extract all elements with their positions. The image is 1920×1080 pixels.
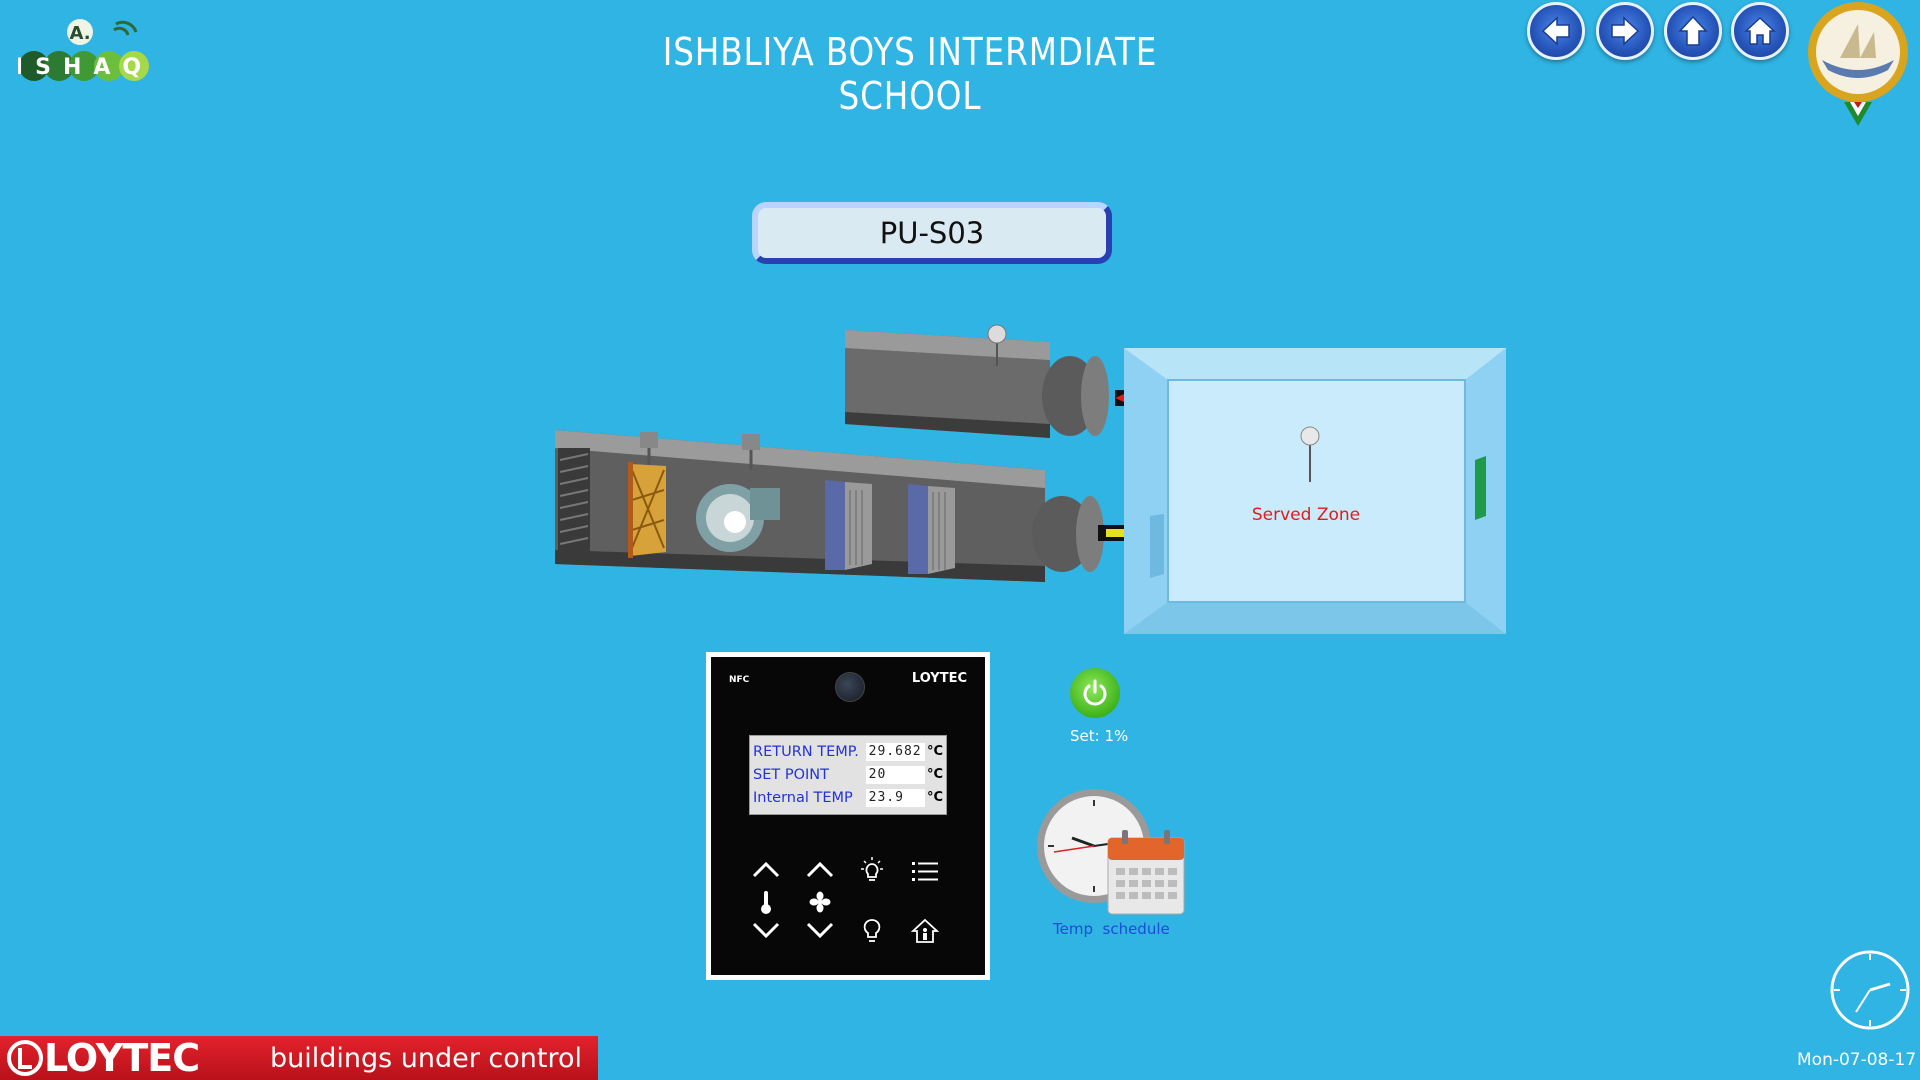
loytec-logo-icon bbox=[7, 1040, 43, 1076]
home-icon bbox=[1744, 16, 1776, 45]
forward-button[interactable] bbox=[1596, 2, 1654, 60]
panel-brand: LOYTEC bbox=[911, 671, 967, 686]
menu-list-icon bbox=[912, 862, 938, 881]
occupancy-button[interactable] bbox=[910, 915, 940, 947]
footer-banner: LOYTEC buildings under control bbox=[0, 1036, 598, 1080]
nfc-label: NFC bbox=[729, 675, 750, 685]
internal-temp-value: 23.9 bbox=[865, 788, 925, 807]
schedule-icon[interactable] bbox=[1034, 786, 1186, 916]
power-icon bbox=[1083, 679, 1107, 706]
temp-down-button[interactable] bbox=[751, 919, 781, 943]
home-person-icon bbox=[911, 918, 939, 943]
return-temp-row: RETURN TEMP. 29.682 °C bbox=[753, 742, 943, 761]
chevron-down-icon bbox=[752, 922, 780, 939]
home-button[interactable] bbox=[1731, 2, 1789, 60]
page-title: ISHBLIYA BOYS INTERMDIATE SCHOOL bbox=[662, 30, 1158, 118]
arrow-up-icon bbox=[1678, 15, 1708, 46]
return-temp-value: 29.682 bbox=[865, 742, 925, 761]
power-button[interactable] bbox=[1070, 668, 1120, 718]
temp-up-button[interactable] bbox=[751, 857, 781, 881]
unit-name-box: PU-S03 bbox=[752, 202, 1112, 264]
thermometer-icon bbox=[755, 889, 777, 915]
fan-icon bbox=[807, 889, 833, 915]
arrow-right-icon bbox=[1611, 16, 1640, 46]
logo-text-bottom: ISHAQ bbox=[18, 55, 153, 80]
up-button[interactable] bbox=[1664, 2, 1722, 60]
fan-up-button[interactable] bbox=[805, 857, 835, 881]
set-point-value[interactable]: 20 bbox=[865, 765, 925, 784]
served-zone-label: Served Zone bbox=[1252, 505, 1360, 525]
light-toggle-button[interactable] bbox=[859, 917, 885, 947]
footer-brand: LOYTEC bbox=[6, 1036, 200, 1080]
clock-icon bbox=[1828, 948, 1912, 1032]
light-sensor-icon bbox=[835, 672, 865, 702]
chevron-up-icon bbox=[752, 861, 780, 878]
set-value-text: Set: 1% bbox=[1070, 727, 1129, 745]
light-button[interactable] bbox=[856, 855, 888, 887]
readings-display: RETURN TEMP. 29.682 °C SET POINT 20 °C I… bbox=[749, 735, 947, 815]
internal-temp-row: Internal TEMP 23.9 °C bbox=[753, 788, 943, 807]
thermostat-panel: NFC LOYTEC RETURN TEMP. 29.682 °C SET PO… bbox=[706, 652, 990, 980]
ahu-diagram: Served Zone bbox=[550, 320, 1510, 650]
footer-tagline: buildings under control bbox=[269, 1042, 582, 1074]
light-bulb-glow-icon bbox=[861, 857, 883, 881]
schedule-link[interactable]: Temp schedule bbox=[1053, 920, 1170, 938]
chevron-up-icon bbox=[806, 861, 834, 878]
fan-down-button[interactable] bbox=[805, 919, 835, 943]
arrow-left-icon bbox=[1541, 16, 1570, 46]
menu-button[interactable] bbox=[909, 857, 941, 885]
date-display: Mon-07-08-17 bbox=[1797, 1050, 1917, 1070]
ishaq-logo: A. ISHAQ bbox=[15, 10, 163, 90]
set-point-row: SET POINT 20 °C bbox=[753, 765, 943, 784]
light-bulb-icon bbox=[863, 919, 881, 942]
back-button[interactable] bbox=[1527, 2, 1585, 60]
kuwait-emblem bbox=[1800, 0, 1916, 128]
chevron-down-icon bbox=[806, 922, 834, 939]
logo-text-top: A. bbox=[69, 23, 90, 44]
